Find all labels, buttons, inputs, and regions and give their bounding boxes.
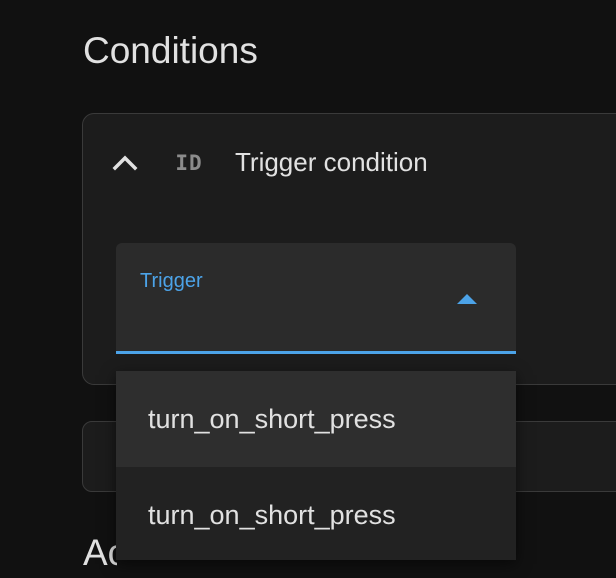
- trigger-select[interactable]: Trigger: [116, 243, 516, 354]
- condition-title: Trigger condition: [235, 147, 428, 177]
- trigger-dropdown-menu: turn_on_short_press turn_on_short_press: [116, 371, 516, 560]
- collapse-button[interactable]: [107, 148, 143, 178]
- trigger-select-label: Trigger: [140, 270, 203, 292]
- triangle-up-icon[interactable]: [456, 293, 478, 305]
- menu-item-option[interactable]: turn_on_short_press: [116, 467, 516, 560]
- chevron-up-icon: [112, 155, 138, 171]
- actions-heading: Actions: [83, 532, 117, 573]
- conditions-heading: Conditions: [83, 30, 258, 71]
- menu-item-option[interactable]: turn_on_short_press: [116, 371, 516, 467]
- id-icon: ID: [175, 151, 203, 175]
